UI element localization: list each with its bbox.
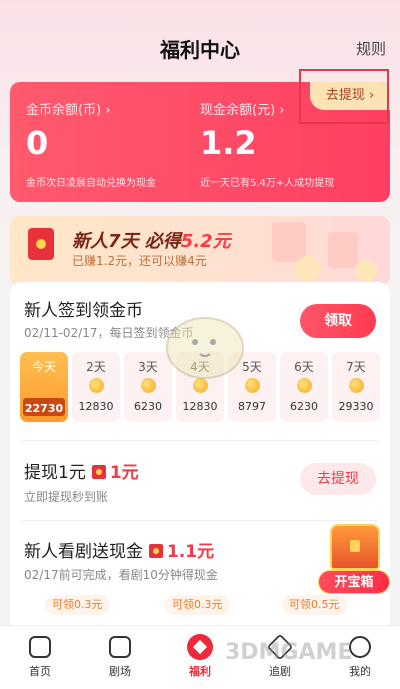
withdraw-task-button[interactable]: 去提现 xyxy=(300,463,376,495)
signin-day[interactable]: 4天 12830 xyxy=(176,352,224,422)
tab-theater[interactable]: 剧场 xyxy=(80,626,160,689)
day-label: 7天 xyxy=(346,360,366,374)
tab-home[interactable]: 首页 xyxy=(0,626,80,689)
day-label: 2天 xyxy=(86,360,106,374)
coin-balance-value: 0 xyxy=(26,124,49,162)
day-coins: 6230 xyxy=(290,400,318,413)
envelope-decoration xyxy=(272,222,306,262)
signin-day[interactable]: 7天 29330 xyxy=(332,352,380,422)
tab-label: 我的 xyxy=(349,665,371,678)
tab-mine[interactable]: 我的 xyxy=(320,626,400,689)
coin-balance-note: 金币次日凌晨自动兑换为现金 xyxy=(26,178,156,189)
cash-balance-value: 1.2 xyxy=(200,124,257,162)
withdraw-task-title: 提现1元 1元 xyxy=(24,458,139,483)
gift-icon xyxy=(187,634,213,660)
tab-label: 追剧 xyxy=(269,665,291,678)
day-coins: 22730 xyxy=(24,402,64,415)
claim-button[interactable]: 领取 xyxy=(300,304,376,338)
day-coins: 12830 xyxy=(78,400,114,413)
reward-chip[interactable]: 可领0.3元 xyxy=(45,595,110,615)
signin-day[interactable]: 6天 6230 xyxy=(280,352,328,422)
bottom-tab-bar: 首页 剧场 福利 追剧 我的 xyxy=(0,625,400,689)
day-coins: 8797 xyxy=(238,400,266,413)
home-icon xyxy=(29,636,51,658)
newbie-headline: 新人7天 必得5.2元 xyxy=(72,227,231,253)
day-coins: 29330 xyxy=(338,400,374,413)
envelope-decoration xyxy=(328,232,358,268)
coin-balance-label: 金币余额(币) › xyxy=(26,103,111,118)
user-icon xyxy=(349,636,371,658)
day-label: 5天 xyxy=(242,360,262,374)
newbie-headline-amount: 5.2元 xyxy=(180,231,231,252)
withdraw-task-amount: 1元 xyxy=(109,463,139,483)
day-label: 今天 xyxy=(31,360,56,374)
day-label: 6天 xyxy=(294,360,314,374)
tab-label: 剧场 xyxy=(109,665,131,678)
drama-task-title: 新人看剧送现金 1.1元 xyxy=(24,537,214,562)
day-label: 3天 xyxy=(138,360,158,374)
page-header: 福利中心 规则 xyxy=(0,0,400,80)
coin-decoration xyxy=(355,260,377,282)
page-title: 福利中心 xyxy=(160,38,240,62)
tab-label: 福利 xyxy=(189,665,211,678)
coin-decoration xyxy=(295,256,321,282)
coin-icon xyxy=(245,378,260,393)
treasure-chest[interactable]: 开宝箱 xyxy=(318,524,390,598)
cash-balance-label: 现金余额(元) › xyxy=(200,103,285,118)
signin-days: 今天 22730 2天 12830 3天 6230 4天 12830 5天 87… xyxy=(20,352,380,424)
tab-follow[interactable]: 追剧 xyxy=(240,626,320,689)
cash-balance-note: 近一天已有5.4万+人成功提现 xyxy=(200,178,335,189)
red-packet-icon xyxy=(91,465,106,479)
withdraw-task-subtitle: 立即提现秒到账 xyxy=(24,490,109,504)
play-icon xyxy=(109,636,131,658)
reward-chip[interactable]: 可领0.5元 xyxy=(282,595,347,615)
highlight-box xyxy=(299,69,389,124)
signin-day[interactable]: 3天 6230 xyxy=(124,352,172,422)
coin-icon xyxy=(141,378,156,393)
newbie-banner[interactable]: 新人7天 必得5.2元 已赚1.2元，还可以赚4元 xyxy=(10,216,390,286)
signin-subtitle: 02/11-02/17，每日签到领金币 xyxy=(24,326,194,340)
tab-welfare[interactable]: 福利 xyxy=(160,626,240,689)
divider xyxy=(22,440,378,441)
rules-link[interactable]: 规则 xyxy=(356,38,386,59)
red-packet-icon xyxy=(149,544,163,558)
coin-icon xyxy=(349,378,364,393)
drama-task-amount: 1.1元 xyxy=(167,542,215,562)
day-coins: 12830 xyxy=(182,400,218,413)
withdraw-task-label: 提现1元 xyxy=(24,463,86,483)
drama-task-subtitle: 02/17前可完成，看剧10分钟得现金 xyxy=(24,568,218,582)
tab-label: 首页 xyxy=(29,665,51,678)
coin-icon xyxy=(193,378,208,393)
star-icon xyxy=(266,633,294,661)
reward-chip[interactable]: 可领0.3元 xyxy=(165,595,230,615)
newbie-headline-text: 新人7天 必得 xyxy=(72,231,181,252)
day-coins: 6230 xyxy=(134,400,162,413)
coin-icon xyxy=(297,378,312,393)
signin-day[interactable]: 2天 12830 xyxy=(72,352,120,422)
divider xyxy=(22,520,378,521)
newbie-subline: 已赚1.2元，还可以赚4元 xyxy=(72,254,207,268)
red-envelope-icon xyxy=(28,228,54,260)
treasure-chest-icon xyxy=(330,524,380,570)
signin-day[interactable]: 今天 22730 xyxy=(20,352,68,422)
drama-task-label: 新人看剧送现金 xyxy=(24,542,143,562)
tasks-card: 新人签到领金币 02/11-02/17，每日签到领金币 领取 今天 22730 … xyxy=(10,282,390,682)
treasure-label: 开宝箱 xyxy=(318,570,390,594)
day-label: 4天 xyxy=(190,360,210,374)
signin-title: 新人签到领金币 xyxy=(24,301,143,321)
coin-icon xyxy=(89,378,104,393)
signin-day[interactable]: 5天 8797 xyxy=(228,352,276,422)
